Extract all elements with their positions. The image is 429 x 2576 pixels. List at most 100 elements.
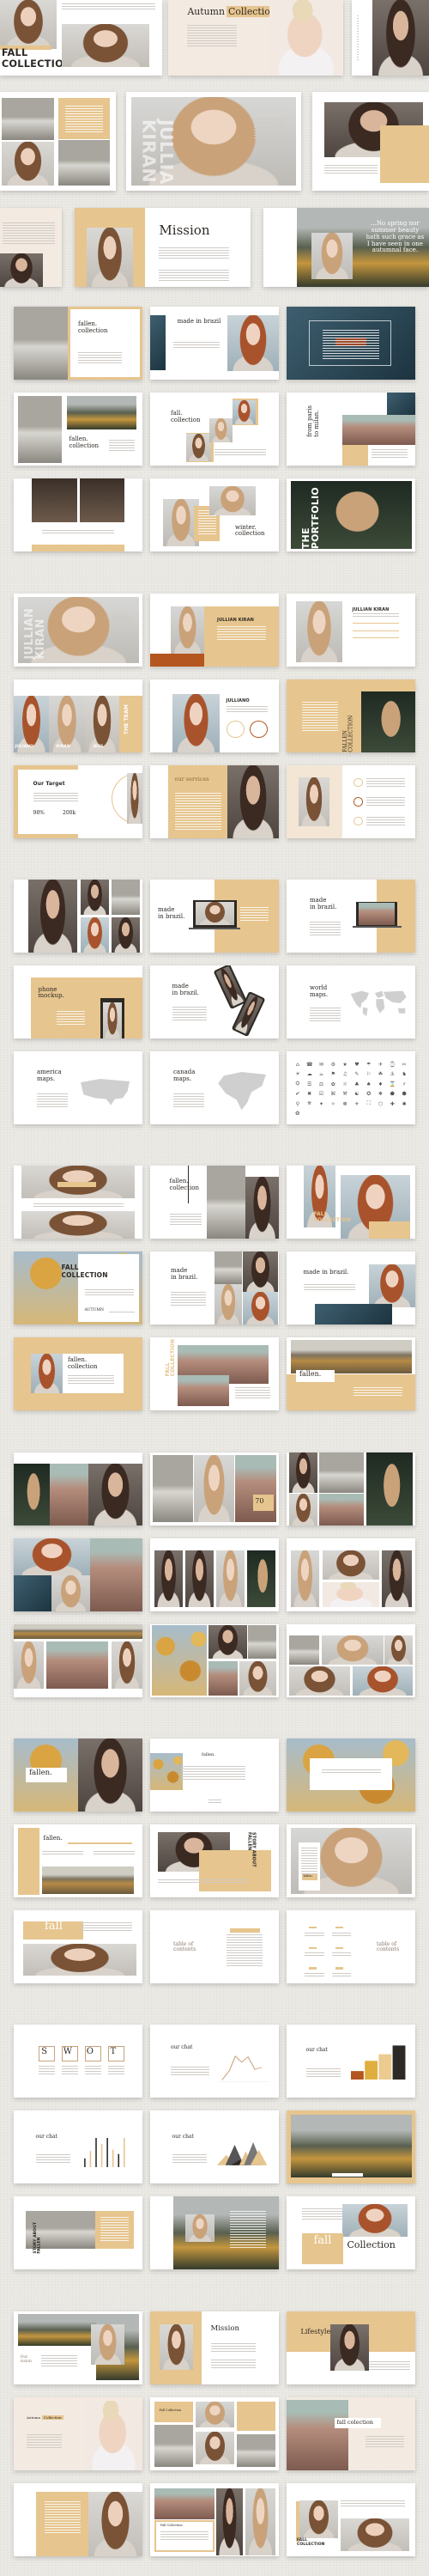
- photo: [81, 917, 109, 953]
- chart-bar: [365, 2061, 378, 2080]
- color-block: [352, 630, 399, 631]
- photo: [233, 399, 256, 424]
- icon-glyph: ☼: [342, 1081, 347, 1087]
- photo: [290, 1339, 412, 1374]
- photo: [154, 2488, 214, 2519]
- color-block: [70, 308, 140, 378]
- slide-thumbnail: fallen.: [14, 1824, 142, 1897]
- text-lines: [353, 1386, 402, 1396]
- slide-title: Fall Collection: [159, 2408, 182, 2412]
- photo: [245, 1176, 279, 1239]
- icon-glyph: ⚜: [354, 1100, 360, 1107]
- slide-thumbnail: fallen. collection: [14, 1337, 142, 1410]
- slide-title: fall. collection: [171, 410, 201, 424]
- icon-glyph: ✪: [366, 1091, 372, 1098]
- chart-graphic: [217, 2141, 268, 2165]
- photo: [243, 1291, 278, 1325]
- photo: [341, 414, 415, 446]
- photo: [384, 1635, 413, 1665]
- photo: [88, 2492, 142, 2556]
- icon-glyph: ⚒: [342, 1091, 347, 1098]
- slide-thumbnail: [287, 1452, 415, 1526]
- slide-title: JULLIANO: [226, 697, 250, 703]
- photo: [195, 901, 234, 925]
- slide-thumbnail: FALL COLLECTION: [287, 2483, 415, 2556]
- text-lines: [230, 2211, 266, 2248]
- map-graphic: [350, 990, 407, 1016]
- text-lines: [112, 615, 132, 626]
- slide-title: Mission: [210, 2324, 239, 2334]
- photo: [153, 1454, 193, 1522]
- slide-thumbnail: FALL COLLECTION AUTUMN: [14, 1251, 142, 1325]
- color-block: [14, 765, 18, 838]
- photo: [22, 1944, 136, 1976]
- text-lines: [210, 2342, 256, 2354]
- text-lines: [305, 1932, 324, 1937]
- photo: [207, 1166, 245, 1239]
- slide-letters-text: O: [86, 2046, 94, 2056]
- map-graphic: [81, 1079, 130, 1105]
- slide-title: world maps.: [310, 984, 329, 998]
- photo: [17, 2314, 96, 2346]
- slide-names-text: JULIANO: [15, 744, 34, 749]
- icon-glyph: ☘: [378, 1071, 384, 1078]
- color-block: [308, 1946, 317, 1950]
- slide-title: FALL COLLECTION: [61, 1264, 108, 1279]
- icon-glyph: ♦: [378, 1081, 384, 1087]
- chart-bar: [89, 2151, 91, 2168]
- photo: [315, 1304, 392, 1325]
- icon-glyph: ☁: [306, 1071, 312, 1078]
- photo: [359, 903, 395, 925]
- icon-glyph: ☯: [354, 1091, 360, 1098]
- slide-names-text: JESS: [94, 744, 104, 749]
- slide-thumbnail: [14, 1452, 142, 1526]
- text-lines: [352, 612, 399, 618]
- text-lines: [160, 2531, 208, 2542]
- slide-thumbnail: [287, 307, 415, 380]
- chart-bar: [351, 2071, 364, 2080]
- icon-grid: ⌂ ☎ ✉ ⚙ ★ ♥ ☂ ✈ ⌚ ✂ ☀ ☁ ☕ ⚑ ♫ ✎ ⚐ ☘ ⚓ ♞ ⛭ ☰ ⚖ ✿ ☼ ♣ ♠ ♦ ⌛ ⚡ ✔ ✖ ☑ ⌘ ⚒ ☯ ✪ ❖ ⬟ ⬢…: [292, 1060, 410, 1118]
- icon-glyph: ❂: [295, 1111, 300, 1117]
- photo: [21, 1210, 135, 1239]
- slide-letters-text: T: [110, 2046, 117, 2056]
- text-lines: [303, 1284, 355, 1292]
- slide-title: fallen.: [29, 1768, 52, 1777]
- photo: [289, 1452, 317, 1493]
- chart-bar: [100, 2144, 102, 2168]
- ring-graphic: [226, 720, 245, 738]
- text-lines: [240, 907, 269, 923]
- photo: [299, 2500, 338, 2538]
- slide-thumbnail: [287, 1538, 415, 1611]
- icon-glyph: ✱: [402, 1100, 407, 1107]
- slide-title: Fall Collection: [160, 2524, 183, 2528]
- photo: [2, 141, 54, 186]
- slide-title: our chat: [35, 2134, 57, 2141]
- slide-thumbnail: JULLIAN KIRAN: [287, 594, 415, 667]
- color-block: [352, 623, 399, 624]
- slide-title: fall colection: [336, 2418, 373, 2426]
- icon-glyph: ⬢: [402, 1091, 407, 1098]
- color-block: [331, 2173, 363, 2177]
- photo: [150, 315, 166, 370]
- text-lines: [366, 778, 405, 788]
- chart-bar: [106, 2138, 108, 2168]
- photo: [323, 1582, 379, 1607]
- photo: [150, 1753, 183, 1790]
- text-lines: [310, 922, 341, 935]
- slide-title: JULLIAN KIRAN: [352, 607, 390, 612]
- photo: [215, 2488, 243, 2556]
- photo: [208, 1624, 247, 1659]
- text-lines: [38, 2065, 55, 2076]
- slide-title: our services: [174, 775, 209, 783]
- slide-title: winter. collection: [235, 523, 265, 538]
- text-lines: [305, 1973, 324, 1978]
- slide-thumbnail: from paris to milan.: [287, 393, 415, 466]
- slide-thumbnail: Lifestyle: [287, 2311, 415, 2384]
- slide-title: Lifestyle: [300, 2328, 331, 2336]
- map-region: [81, 1079, 130, 1105]
- photo: [51, 1574, 90, 1611]
- photo: [269, 0, 343, 76]
- color-block: [335, 1946, 343, 1950]
- photo: [289, 1635, 319, 1665]
- photo: [66, 396, 136, 429]
